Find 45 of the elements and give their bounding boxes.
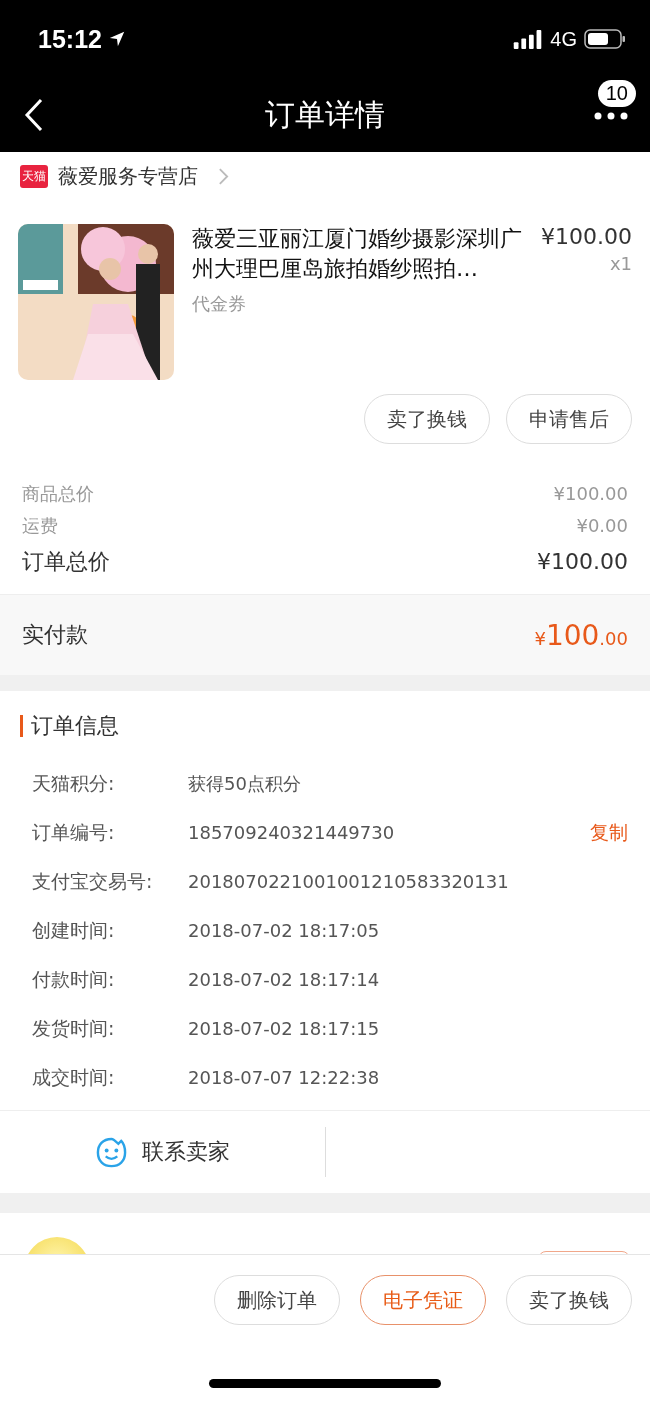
summary-value: ¥0.00: [576, 514, 628, 538]
info-label: 支付宝交易号:: [32, 868, 154, 894]
action-button[interactable]: 申请售后: [506, 394, 632, 444]
product-quantity: x1: [609, 253, 632, 274]
info-value: 2018-07-07 12:22:38: [188, 1067, 381, 1088]
signal-icon: [513, 29, 544, 49]
info-label: 发货时间:: [32, 1015, 116, 1041]
more-icon[interactable]: [594, 112, 628, 120]
summary-value: ¥100.00: [553, 482, 628, 506]
action-button[interactable]: 删除订单: [214, 1275, 340, 1325]
info-label: 天猫积分:: [32, 770, 116, 796]
info-value: 获得50点积分: [188, 771, 302, 796]
status-time: 15:12: [38, 24, 102, 54]
info-label: 订单编号:: [32, 819, 116, 845]
back-icon[interactable]: [24, 98, 44, 132]
info-value: 2018070221001001210583320131: [188, 871, 510, 892]
product-type: 代金券: [192, 292, 247, 316]
copy-link[interactable]: 复制: [590, 819, 628, 846]
info-value: 2018-07-02 18:17:05: [188, 920, 381, 941]
info-value: 2018-07-02 18:17:14: [188, 969, 381, 990]
action-button[interactable]: 卖了换钱: [506, 1275, 632, 1325]
summary-value: ¥100.00: [537, 548, 628, 576]
chat-face-icon: [95, 1135, 128, 1169]
summary-label: 运费: [22, 514, 58, 538]
message-count-badge: 10: [597, 80, 636, 107]
action-button[interactable]: 电子凭证: [360, 1275, 486, 1325]
network-type: 4G: [550, 27, 577, 51]
info-value: 185709240321449730: [188, 822, 396, 843]
accent-bar: [20, 715, 23, 737]
summary-label: 订单总价: [22, 548, 110, 576]
info-label: 创建时间:: [32, 917, 116, 943]
product-title[interactable]: 薇爱三亚丽江厦门婚纱摄影深圳广州大理巴厘岛旅拍婚纱照拍…: [192, 224, 522, 284]
paid-amount: ¥100.00: [534, 618, 628, 652]
summary-label: 商品总价: [22, 482, 94, 506]
battery-icon: [584, 29, 626, 49]
page-title: 订单详情: [265, 95, 385, 134]
product-price: ¥100.00: [541, 224, 632, 249]
store-name[interactable]: 薇爱服务专营店: [58, 162, 198, 190]
action-button[interactable]: 卖了换钱: [364, 394, 490, 444]
info-label: 成交时间:: [32, 1064, 116, 1090]
paid-label: 实付款: [22, 621, 88, 649]
section-title: 订单信息: [31, 712, 119, 740]
info-value: 2018-07-02 18:17:15: [188, 1018, 381, 1039]
info-label: 付款时间:: [32, 966, 116, 992]
tmall-badge: 天猫: [20, 164, 48, 188]
